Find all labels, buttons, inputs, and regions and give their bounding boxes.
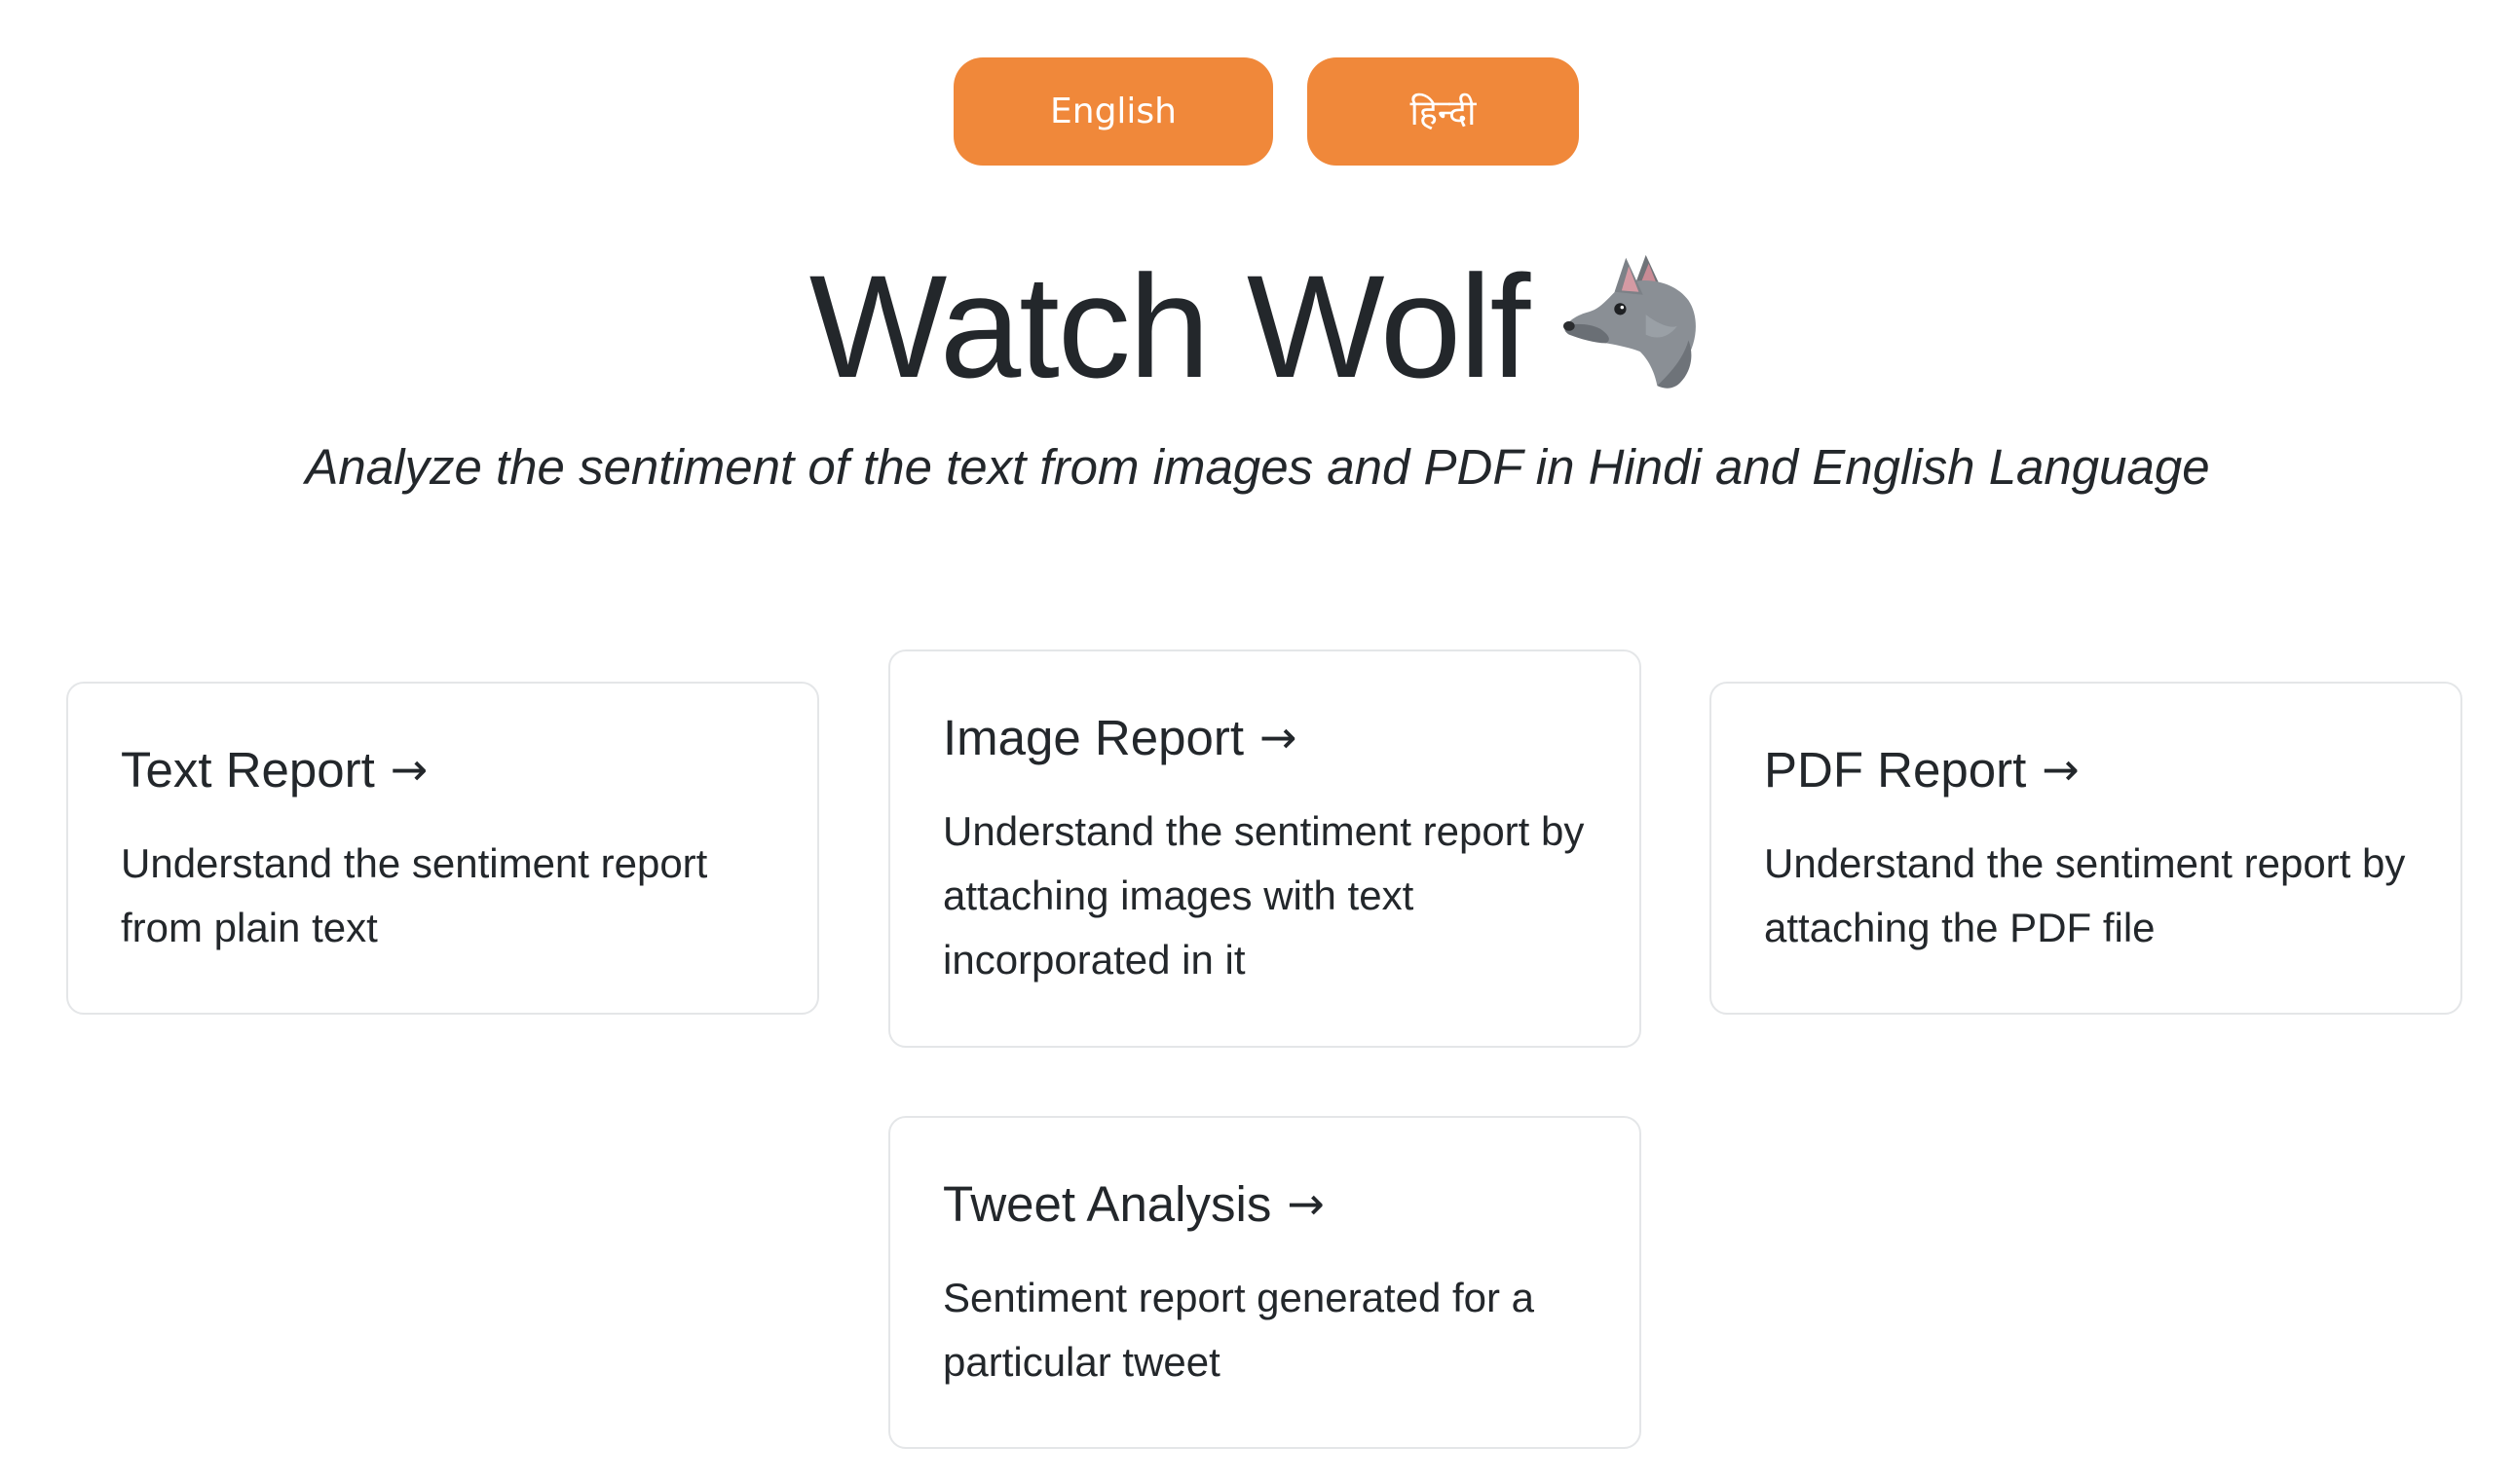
tweet-analysis-description: Sentiment report generated for a particu… bbox=[943, 1275, 1535, 1385]
text-report-title[interactable]: Text Report → bbox=[121, 740, 765, 798]
pdf-report-title-label: PDF Report bbox=[1764, 741, 2027, 798]
page-title: Watch Wolf bbox=[808, 243, 1530, 408]
english-button-label: English bbox=[1050, 92, 1177, 131]
title-row: Watch Wolf bbox=[0, 234, 2515, 419]
arrow-right-icon: → bbox=[390, 743, 429, 796]
tweet-analysis-title[interactable]: Tweet Analysis → bbox=[943, 1174, 1587, 1233]
page-subtitle: Analyze the sentiment of the text from i… bbox=[305, 439, 2210, 495]
image-report-description: Understand the sentiment report by attac… bbox=[943, 808, 1585, 983]
wolf-icon bbox=[1563, 254, 1697, 389]
pdf-report-card[interactable]: PDF Report → Understand the sentiment re… bbox=[1709, 682, 2462, 1015]
text-report-title-label: Text Report bbox=[121, 741, 375, 798]
pdf-report-title[interactable]: PDF Report → bbox=[1764, 740, 2408, 798]
pdf-report-description: Understand the sentiment report by attac… bbox=[1764, 840, 2406, 950]
arrow-right-icon: → bbox=[2042, 743, 2080, 796]
tweet-analysis-card[interactable]: Tweet Analysis → Sentiment report genera… bbox=[888, 1116, 1641, 1449]
tweet-analysis-title-label: Tweet Analysis bbox=[943, 1175, 1272, 1232]
arrow-right-icon: → bbox=[1259, 711, 1297, 763]
arrow-right-icon: → bbox=[1287, 1177, 1325, 1230]
text-report-description: Understand the sentiment report from pla… bbox=[121, 840, 708, 950]
hindi-button-label: हिन्दी bbox=[1409, 93, 1477, 133]
image-report-title-label: Image Report bbox=[943, 709, 1244, 765]
image-report-card[interactable]: Image Report → Understand the sentiment … bbox=[888, 649, 1641, 1048]
image-report-title[interactable]: Image Report → bbox=[943, 708, 1587, 766]
text-report-card[interactable]: Text Report → Understand the sentiment r… bbox=[66, 682, 819, 1015]
hindi-button[interactable]: हिन्दी bbox=[1307, 57, 1579, 166]
english-button[interactable]: English bbox=[954, 57, 1273, 166]
